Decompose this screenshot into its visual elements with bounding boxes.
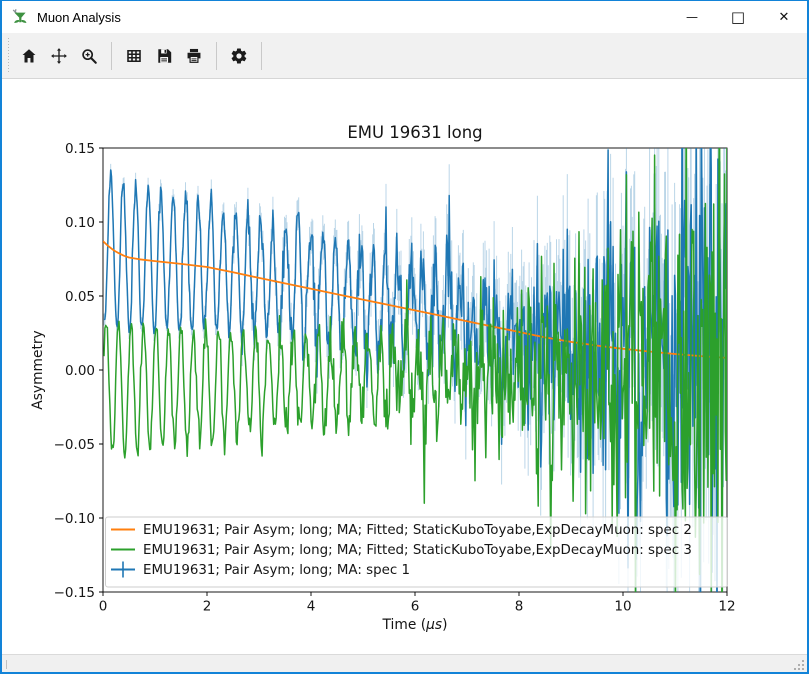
toolbar-separator [261, 42, 262, 70]
y-tick-label: 0.10 [65, 215, 95, 231]
x-tick-label: 6 [411, 599, 420, 615]
status-bar [2, 654, 807, 672]
plot-title: EMU 19631 long [347, 123, 482, 142]
legend-item: EMU19631; Pair Asym; long; MA; Fitted; S… [111, 523, 692, 538]
y-tick-label: 0.00 [65, 363, 95, 379]
zoom-button[interactable] [74, 37, 104, 75]
title-bar[interactable]: Muon Analysis — □ ✕ [2, 1, 807, 33]
figure-canvas: EMU19631; Pair Asym; long; MA; Fitted; S… [2, 79, 807, 654]
legend-item: EMU19631; Pair Asym; long; MA: spec 1 [111, 562, 410, 579]
print-icon [185, 47, 203, 65]
legend-label: EMU19631; Pair Asym; long; MA; Fitted; S… [143, 523, 692, 538]
x-tick-label: 12 [718, 599, 735, 615]
legend: EMU19631; Pair Asym; long; MA; Fitted; S… [106, 517, 728, 587]
settings-button[interactable] [224, 37, 254, 75]
y-tick-label: −0.10 [54, 511, 95, 527]
pan-button[interactable] [44, 37, 74, 75]
save-button[interactable] [149, 37, 179, 75]
x-tick-label: 2 [203, 599, 212, 615]
y-axis-label: Asymmetry [30, 330, 46, 409]
pan-icon [50, 47, 68, 65]
legend-item: EMU19631; Pair Asym; long; MA; Fitted; S… [111, 543, 692, 558]
subplots-icon [125, 47, 143, 65]
x-tick-label: 10 [614, 599, 631, 615]
plot-toolbar [2, 33, 807, 79]
toolbar-separator [111, 42, 112, 70]
settings-icon [230, 47, 248, 65]
muon-analysis-window: Muon Analysis — □ ✕ EMU19631; Pair Asym;… [0, 0, 809, 674]
x-tick-label: 8 [515, 599, 524, 615]
print-button[interactable] [179, 37, 209, 75]
legend-label: EMU19631; Pair Asym; long; MA; Fitted; S… [143, 543, 692, 558]
y-tick-label: −0.15 [54, 585, 95, 601]
legend-label: EMU19631; Pair Asym; long; MA: spec 1 [143, 563, 410, 578]
toolbar-drag-handle[interactable] [6, 38, 10, 74]
maximize-button[interactable]: □ [715, 1, 761, 33]
minimize-button[interactable]: — [669, 1, 715, 33]
close-button[interactable]: ✕ [761, 1, 807, 33]
resize-grip-icon[interactable] [792, 658, 804, 670]
plot-canvas[interactable]: EMU19631; Pair Asym; long; MA; Fitted; S… [2, 79, 807, 654]
save-icon [155, 47, 173, 65]
subplots-button[interactable] [119, 37, 149, 75]
toolbar-separator [216, 42, 217, 70]
window-title: Muon Analysis [37, 10, 669, 25]
toolbar-buttons [14, 37, 269, 75]
status-bar-separator [6, 660, 7, 669]
x-tick-label: 4 [307, 599, 316, 615]
x-axis-label: Time (μs) [382, 617, 448, 633]
home-button[interactable] [14, 37, 44, 75]
y-tick-label: −0.05 [54, 437, 95, 453]
y-tick-label: 0.15 [65, 141, 95, 157]
y-tick-label: 0.05 [65, 289, 95, 305]
home-icon [20, 47, 38, 65]
zoom-icon [80, 47, 98, 65]
app-icon [11, 8, 29, 26]
x-tick-label: 0 [99, 599, 108, 615]
